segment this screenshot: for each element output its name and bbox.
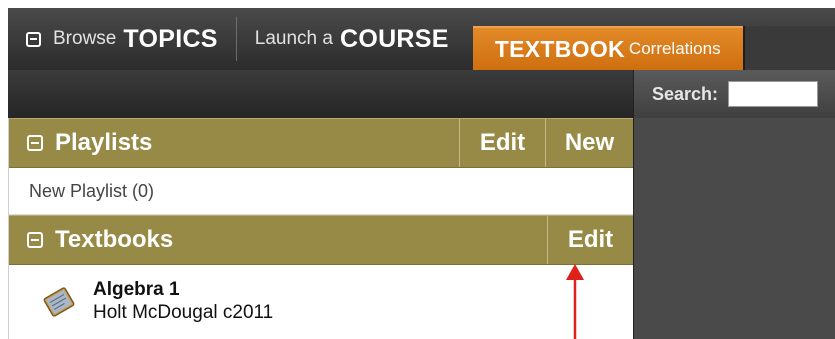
textbooks-toggle[interactable]: Textbooks	[9, 226, 547, 254]
playlists-title: Playlists	[55, 129, 153, 156]
right-panel: Search:	[633, 70, 835, 339]
list-item[interactable]: New Playlist (0)	[9, 168, 633, 215]
left-panel: Playlists Edit New New Playlist (0) Text…	[8, 118, 633, 339]
tab-browse-topics[interactable]: Browse TOPICS	[8, 8, 236, 70]
tab-browse-small: Browse	[53, 28, 117, 49]
tab-launch-course[interactable]: Launch a COURSE	[235, 17, 471, 61]
tab-browse-big: TOPICS	[123, 24, 218, 53]
collapse-icon	[27, 232, 43, 248]
tab-textbook-small: Correlations	[628, 39, 721, 58]
textbooks-edit-button[interactable]: Edit	[547, 216, 633, 264]
playlist-label: New Playlist (0)	[29, 180, 155, 201]
annotation-arrow-icon	[566, 264, 584, 339]
tab-textbook-big: TEXTBOOK	[494, 35, 625, 62]
app-frame: Browse TOPICS Launch a COURSE TEXTBOOK C…	[0, 0, 835, 339]
nav-filler	[742, 26, 835, 70]
textbooks-header: Textbooks Edit	[9, 215, 633, 265]
textbook-icon	[43, 287, 75, 317]
tab-textbook-correlations[interactable]: TEXTBOOK Correlations	[472, 26, 743, 70]
playlists-header: Playlists Edit New	[9, 118, 633, 168]
textbook-title: Algebra 1	[93, 279, 180, 300]
search-label: Search:	[652, 83, 719, 104]
collapse-icon	[27, 135, 43, 151]
textbook-info: Algebra 1 Holt McDougal c2011	[93, 279, 273, 325]
subheader-bar	[8, 70, 633, 118]
tab-launch-small: Launch a	[254, 28, 333, 49]
textbook-publisher: Holt McDougal c2011	[93, 302, 274, 323]
tab-launch-big: COURSE	[339, 24, 449, 53]
playlists-new-button[interactable]: New	[545, 119, 633, 167]
top-navigation: Browse TOPICS Launch a COURSE TEXTBOOK C…	[8, 8, 835, 70]
collapse-icon	[26, 31, 41, 47]
playlists-edit-button[interactable]: Edit	[459, 119, 545, 167]
playlists-toggle[interactable]: Playlists	[9, 129, 459, 157]
search-input[interactable]	[728, 81, 819, 107]
textbooks-title: Textbooks	[55, 226, 174, 253]
list-item[interactable]: Algebra 1 Holt McDougal c2011	[9, 265, 633, 339]
search-bar: Search:	[634, 70, 835, 118]
